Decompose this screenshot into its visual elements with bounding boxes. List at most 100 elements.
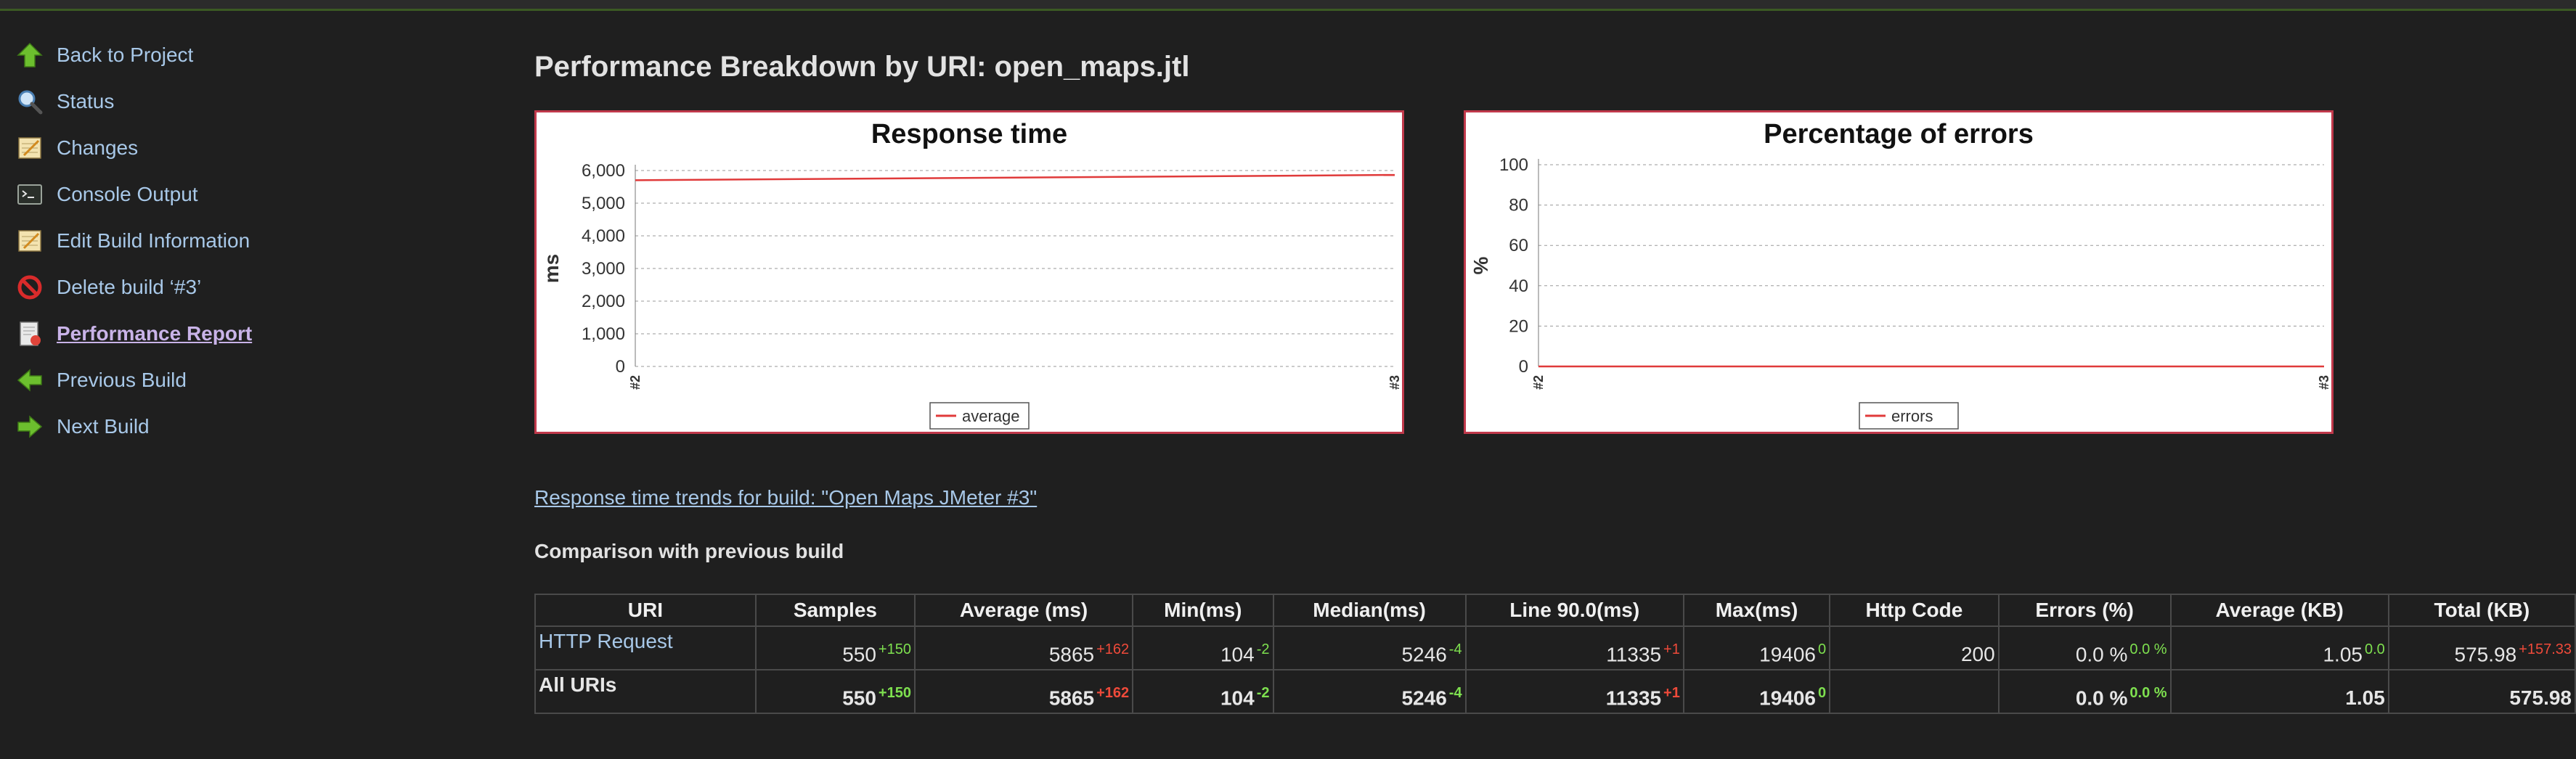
cell-delta: +150	[878, 684, 911, 701]
report-icon	[16, 320, 44, 348]
response-time-chart-svg: Response time 0 1,000 2,000 3,000 4,000 5,000 6…	[540, 119, 1402, 430]
column-header: Samples	[754, 594, 916, 627]
samples-cell: 550 +150	[754, 625, 916, 670]
sidebar-item-label: Delete build ‘#3’	[57, 276, 202, 298]
y-tick-label: 3,000	[582, 259, 625, 279]
y-tick-label: 60	[1509, 236, 1528, 255]
cell-delta: -2	[1256, 684, 1270, 701]
column-header: URI	[534, 594, 757, 627]
sidebar: Back to Project Status Changes Console O…	[0, 32, 407, 450]
uri-cell: All URIs	[534, 669, 757, 714]
cell-value: 575.98	[2509, 686, 2572, 709]
column-header: Line 90.0(ms)	[1464, 594, 1684, 627]
cell-value: 0.0 %	[2075, 643, 2128, 665]
series-line-average	[635, 173, 1395, 181]
table-row: HTTP Request 550 +150 5865 +162 104 -2 5246…	[534, 625, 2576, 670]
cell-delta: +1	[1663, 641, 1680, 657]
y-tick-label: 80	[1509, 196, 1528, 216]
line90-cell: 11335 +1	[1464, 669, 1684, 714]
cell-value: 11335	[1606, 643, 1662, 665]
y-tick-label: 0	[1519, 357, 1528, 377]
median-cell: 5246 -4	[1272, 625, 1467, 670]
terminal-icon	[16, 181, 44, 208]
sidebar-item-previous-build[interactable]: Previous Build	[0, 357, 407, 403]
cell-delta: 0.0 %	[2129, 641, 2167, 657]
y-axis-label: %	[1470, 256, 1492, 274]
min-cell: 104 -2	[1132, 625, 1274, 670]
cell-value: 550	[842, 643, 876, 665]
sidebar-item-edit-build-information[interactable]: Edit Build Information	[0, 218, 407, 264]
median-cell: 5246 -4	[1272, 669, 1467, 714]
y-tick-label: 0	[616, 357, 625, 377]
cell-value: 19406	[1759, 686, 1817, 709]
total-kb-cell: 575.98	[2387, 669, 2576, 714]
magnifier-icon	[16, 88, 44, 115]
http-code-cell	[1829, 669, 2000, 714]
uri-link[interactable]: HTTP Request	[539, 630, 673, 652]
cell-delta: +150	[878, 641, 911, 657]
sidebar-item-changes[interactable]: Changes	[0, 125, 407, 171]
column-header: Total (KB)	[2387, 594, 2576, 627]
chart-title: Percentage of errors	[1764, 119, 2034, 149]
sidebar-item-console-output[interactable]: Console Output	[0, 171, 407, 218]
y-axis-label: ms	[540, 254, 563, 283]
cell-value: 1.05	[2323, 643, 2363, 665]
sidebar-item-delete-build[interactable]: Delete build ‘#3’	[0, 264, 407, 311]
column-header: Median(ms)	[1272, 594, 1467, 627]
sidebar-item-label: Back to Project	[57, 44, 194, 66]
cell-value: 11335	[1605, 686, 1662, 709]
response-time-chart: Response time 0 1,000 2,000 3,000 4,000 5,000 6…	[534, 110, 1404, 434]
cell-value: 5865	[1048, 686, 1095, 709]
cell-delta: 0	[1818, 641, 1827, 657]
cell-delta: -2	[1256, 641, 1270, 657]
y-tick-label: 20	[1509, 316, 1528, 336]
chart-title: Response time	[871, 119, 1067, 149]
cell-value: 200	[1960, 643, 1995, 665]
cell-value: 5246	[1401, 686, 1447, 709]
sidebar-item-performance-report[interactable]: Performance Report	[0, 311, 407, 357]
cell-value: 575.98	[2454, 643, 2517, 665]
y-tick-label: 6,000	[582, 161, 625, 181]
column-header: Max(ms)	[1682, 594, 1831, 627]
cell-value: 19406	[1759, 643, 1817, 665]
average-kb-cell: 1.05	[2169, 669, 2389, 714]
sidebar-item-next-build[interactable]: Next Build	[0, 403, 407, 450]
min-cell: 104 -2	[1132, 669, 1274, 714]
column-header: Min(ms)	[1132, 594, 1274, 627]
samples-cell: 550 +150	[754, 669, 916, 714]
cell-delta: +1	[1663, 684, 1680, 701]
y-tick-label: 1,000	[582, 324, 625, 344]
errors-cell: 0.0 % 0.0 %	[1997, 669, 2172, 714]
cell-delta: +162	[1096, 641, 1130, 657]
average-cell: 5865 +162	[913, 625, 1134, 670]
cell-delta: 0	[1818, 684, 1827, 701]
uri-cell: HTTP Request	[534, 625, 757, 670]
performance-table: URI Samples Average (ms) Min(ms) Median(…	[534, 594, 2576, 714]
x-tick-label: #2	[628, 375, 643, 390]
legend-label: average	[962, 407, 1020, 425]
average-kb-cell: 1.05 0.0	[2169, 625, 2389, 670]
y-tick-label: 100	[1499, 155, 1528, 175]
page-title: Performance Breakdown by URI: open_maps.…	[534, 51, 1190, 83]
top-bar	[0, 0, 2576, 11]
line90-cell: 11335 +1	[1464, 625, 1684, 670]
errors-chart-svg: Percentage of errors 0 20 40 60 80 100% #2 #3 err…	[1470, 119, 2331, 430]
sidebar-item-label: Previous Build	[57, 369, 187, 391]
notepad-icon	[16, 134, 44, 162]
notepad-icon	[16, 227, 44, 255]
cell-value: 550	[842, 686, 876, 709]
cell-delta: +162	[1096, 684, 1130, 701]
response-time-trends-link[interactable]: Response time trends for build: "Open Ma…	[534, 486, 1037, 509]
x-tick-label: #2	[1531, 375, 1546, 390]
cell-value: 5865	[1048, 643, 1095, 665]
errors-cell: 0.0 % 0.0 %	[1997, 625, 2172, 670]
column-header: Average (KB)	[2169, 594, 2389, 627]
no-entry-icon	[16, 274, 44, 301]
sidebar-item-back-to-project[interactable]: Back to Project	[0, 32, 407, 78]
x-tick-label: #3	[1387, 375, 1402, 390]
average-cell: 5865 +162	[913, 669, 1134, 714]
x-tick-label: #3	[2317, 375, 2331, 390]
max-cell: 19406 0	[1682, 669, 1831, 714]
cell-delta: 0.0	[2364, 641, 2385, 657]
sidebar-item-status[interactable]: Status	[0, 78, 407, 125]
